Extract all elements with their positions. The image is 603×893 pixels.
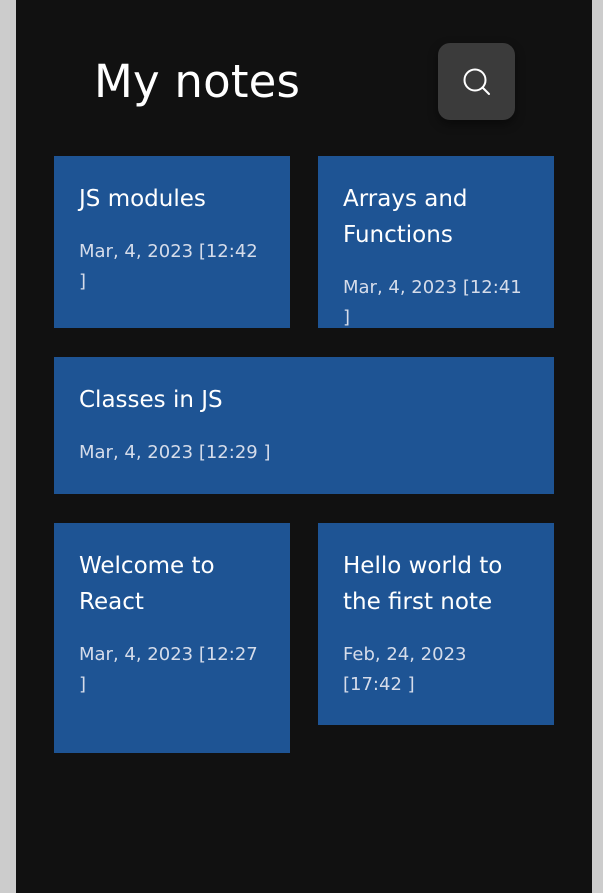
- note-date: Feb, 24, 2023 [17:42 ]: [343, 644, 467, 695]
- note-title: Classes in JS: [79, 387, 223, 413]
- note-date: Mar, 4, 2023 [12:27 ]: [79, 644, 258, 695]
- page-title: My notes: [94, 55, 301, 108]
- search-icon: [463, 68, 490, 95]
- note-card[interactable]: Welcome to React Mar, 4, 2023 [12:27 ]: [54, 523, 290, 753]
- search-button[interactable]: [438, 43, 515, 120]
- note-card[interactable]: Arrays and Functions Mar, 4, 2023 [12:41…: [318, 156, 554, 328]
- notes-app: My notes JS modules Mar, 4, 2023 [12:42 …: [16, 0, 592, 893]
- note-date: Mar, 4, 2023 [12:41 ]: [343, 277, 522, 328]
- note-title: Welcome to React: [79, 553, 215, 615]
- note-title: Hello world to the first note: [343, 553, 503, 615]
- note-title: JS modules: [79, 186, 206, 212]
- note-card[interactable]: Hello world to the first note Feb, 24, 2…: [318, 523, 554, 725]
- note-date: Mar, 4, 2023 [12:29 ]: [79, 442, 271, 463]
- note-title: Arrays and Functions: [343, 186, 468, 248]
- note-date: Mar, 4, 2023 [12:42 ]: [79, 241, 258, 292]
- note-card[interactable]: Classes in JS Mar, 4, 2023 [12:29 ]: [54, 357, 554, 494]
- note-card[interactable]: JS modules Mar, 4, 2023 [12:42 ]: [54, 156, 290, 328]
